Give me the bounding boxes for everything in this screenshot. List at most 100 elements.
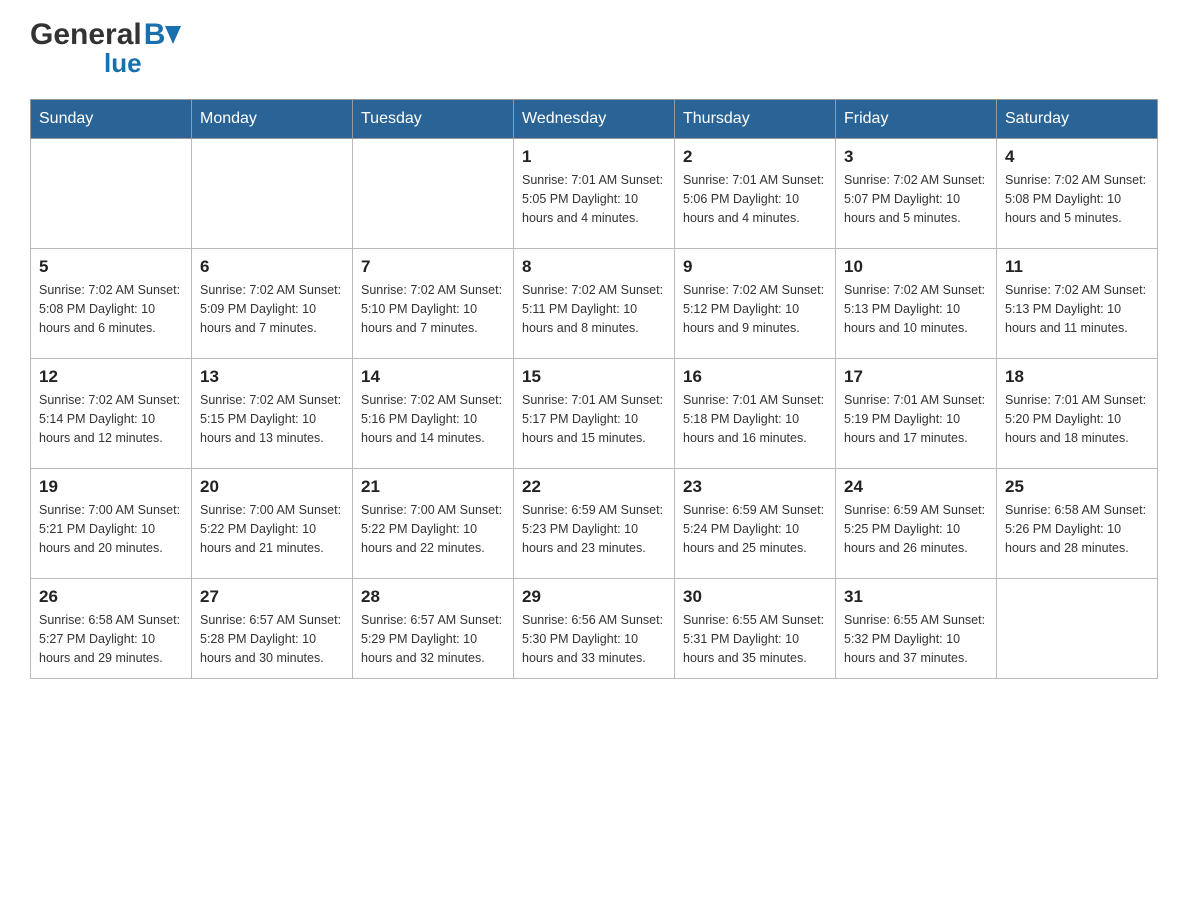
table-row: 4 Sunrise: 7:02 AM Sunset: 5:08 PM Daylig…	[997, 139, 1158, 249]
day-info: Sunrise: 7:01 AM Sunset: 5:19 PM Dayligh…	[844, 391, 988, 447]
day-info: Sunrise: 7:02 AM Sunset: 5:09 PM Dayligh…	[200, 281, 344, 337]
table-row: 18 Sunrise: 7:01 AM Sunset: 5:20 PM Dayli…	[997, 359, 1158, 469]
day-info: Sunrise: 6:57 AM Sunset: 5:29 PM Dayligh…	[361, 611, 505, 667]
logo: GeneralB lue	[30, 20, 181, 79]
table-row: 28 Sunrise: 6:57 AM Sunset: 5:29 PM Dayli…	[353, 579, 514, 679]
table-row: 15Sunrise: 7:01 AM Sunset: 5:17 PM Dayli…	[514, 359, 675, 469]
day-number: 1	[522, 147, 666, 167]
day-number: 12	[39, 367, 183, 387]
table-row: 23Sunrise: 6:59 AM Sunset: 5:24 PM Dayli…	[675, 469, 836, 579]
calendar-week-1: 1 Sunrise: 7:01 AM Sunset: 5:05 PM Daylig…	[31, 139, 1158, 249]
day-number: 29	[522, 587, 666, 607]
table-row: 5 Sunrise: 7:02 AM Sunset: 5:08 PM Daylig…	[31, 249, 192, 359]
header-thursday: Thursday	[675, 100, 836, 139]
table-row: 3 Sunrise: 7:02 AM Sunset: 5:07 PM Daylig…	[836, 139, 997, 249]
day-number: 18	[1005, 367, 1149, 387]
logo-blue-line: lue	[104, 48, 142, 79]
day-number: 30	[683, 587, 827, 607]
day-number: 31	[844, 587, 988, 607]
day-info: Sunrise: 7:02 AM Sunset: 5:14 PM Dayligh…	[39, 391, 183, 447]
table-row: 12 Sunrise: 7:02 AM Sunset: 5:14 PM Dayli…	[31, 359, 192, 469]
day-info: Sunrise: 7:00 AM Sunset: 5:21 PM Dayligh…	[39, 501, 183, 557]
day-number: 8	[522, 257, 666, 277]
day-number: 3	[844, 147, 988, 167]
day-info: Sunrise: 6:55 AM Sunset: 5:32 PM Dayligh…	[844, 611, 988, 667]
table-row	[353, 139, 514, 249]
day-number: 4	[1005, 147, 1149, 167]
day-number: 24	[844, 477, 988, 497]
day-info: Sunrise: 7:02 AM Sunset: 5:08 PM Dayligh…	[39, 281, 183, 337]
day-number: 11	[1005, 257, 1149, 277]
day-info: Sunrise: 6:57 AM Sunset: 5:28 PM Dayligh…	[200, 611, 344, 667]
table-row: 25 Sunrise: 6:58 AM Sunset: 5:26 PM Dayli…	[997, 469, 1158, 579]
logo-line1: GeneralB	[30, 20, 181, 50]
day-number: 22	[522, 477, 666, 497]
day-info: Sunrise: 6:59 AM Sunset: 5:25 PM Dayligh…	[844, 501, 988, 557]
table-row	[31, 139, 192, 249]
day-number: 14	[361, 367, 505, 387]
table-row: 6 Sunrise: 7:02 AM Sunset: 5:09 PM Daylig…	[192, 249, 353, 359]
calendar-header-row: SundayMondayTuesdayWednesdayThursdayFrid…	[31, 100, 1158, 139]
header-wednesday: Wednesday	[514, 100, 675, 139]
table-row: 31 Sunrise: 6:55 AM Sunset: 5:32 PM Dayli…	[836, 579, 997, 679]
day-number: 13	[200, 367, 344, 387]
calendar-week-4: 19Sunrise: 7:00 AM Sunset: 5:21 PM Dayli…	[31, 469, 1158, 579]
day-number: 6	[200, 257, 344, 277]
day-number: 28	[361, 587, 505, 607]
table-row: 29 Sunrise: 6:56 AM Sunset: 5:30 PM Dayli…	[514, 579, 675, 679]
day-number: 2	[683, 147, 827, 167]
table-row: 2 Sunrise: 7:01 AM Sunset: 5:06 PM Daylig…	[675, 139, 836, 249]
day-number: 26	[39, 587, 183, 607]
day-info: Sunrise: 7:01 AM Sunset: 5:20 PM Dayligh…	[1005, 391, 1149, 447]
day-info: Sunrise: 7:02 AM Sunset: 5:16 PM Dayligh…	[361, 391, 505, 447]
logo-b-blue: B	[144, 20, 166, 50]
day-number: 25	[1005, 477, 1149, 497]
day-info: Sunrise: 7:01 AM Sunset: 5:18 PM Dayligh…	[683, 391, 827, 447]
table-row: 9 Sunrise: 7:02 AM Sunset: 5:12 PM Daylig…	[675, 249, 836, 359]
day-info: Sunrise: 6:59 AM Sunset: 5:23 PM Dayligh…	[522, 501, 666, 557]
table-row: 7Sunrise: 7:02 AM Sunset: 5:10 PM Daylig…	[353, 249, 514, 359]
table-row: 11Sunrise: 7:02 AM Sunset: 5:13 PM Dayli…	[997, 249, 1158, 359]
day-number: 21	[361, 477, 505, 497]
day-info: Sunrise: 7:02 AM Sunset: 5:11 PM Dayligh…	[522, 281, 666, 337]
table-row: 14 Sunrise: 7:02 AM Sunset: 5:16 PM Dayli…	[353, 359, 514, 469]
day-info: Sunrise: 7:01 AM Sunset: 5:06 PM Dayligh…	[683, 171, 827, 227]
day-info: Sunrise: 7:02 AM Sunset: 5:12 PM Dayligh…	[683, 281, 827, 337]
calendar-week-5: 26Sunrise: 6:58 AM Sunset: 5:27 PM Dayli…	[31, 579, 1158, 679]
day-info: Sunrise: 7:00 AM Sunset: 5:22 PM Dayligh…	[361, 501, 505, 557]
day-number: 17	[844, 367, 988, 387]
table-row	[192, 139, 353, 249]
header-sunday: Sunday	[31, 100, 192, 139]
page-header: GeneralB lue	[30, 20, 1158, 79]
day-info: Sunrise: 7:02 AM Sunset: 5:13 PM Dayligh…	[844, 281, 988, 337]
table-row: 24 Sunrise: 6:59 AM Sunset: 5:25 PM Dayli…	[836, 469, 997, 579]
logo-general-text: General	[30, 20, 142, 50]
table-row: 30Sunrise: 6:55 AM Sunset: 5:31 PM Dayli…	[675, 579, 836, 679]
table-row: 17 Sunrise: 7:01 AM Sunset: 5:19 PM Dayli…	[836, 359, 997, 469]
table-row: 16Sunrise: 7:01 AM Sunset: 5:18 PM Dayli…	[675, 359, 836, 469]
logo-arrow-icon	[165, 26, 181, 44]
day-number: 7	[361, 257, 505, 277]
table-row: 8 Sunrise: 7:02 AM Sunset: 5:11 PM Daylig…	[514, 249, 675, 359]
header-friday: Friday	[836, 100, 997, 139]
day-number: 9	[683, 257, 827, 277]
table-row: 27 Sunrise: 6:57 AM Sunset: 5:28 PM Dayli…	[192, 579, 353, 679]
calendar-week-3: 12 Sunrise: 7:02 AM Sunset: 5:14 PM Dayli…	[31, 359, 1158, 469]
calendar-table: SundayMondayTuesdayWednesdayThursdayFrid…	[30, 99, 1158, 679]
table-row: 20Sunrise: 7:00 AM Sunset: 5:22 PM Dayli…	[192, 469, 353, 579]
day-number: 27	[200, 587, 344, 607]
day-number: 10	[844, 257, 988, 277]
table-row: 1 Sunrise: 7:01 AM Sunset: 5:05 PM Daylig…	[514, 139, 675, 249]
day-info: Sunrise: 7:01 AM Sunset: 5:17 PM Dayligh…	[522, 391, 666, 447]
table-row: 10 Sunrise: 7:02 AM Sunset: 5:13 PM Dayli…	[836, 249, 997, 359]
day-info: Sunrise: 6:56 AM Sunset: 5:30 PM Dayligh…	[522, 611, 666, 667]
day-info: Sunrise: 7:02 AM Sunset: 5:15 PM Dayligh…	[200, 391, 344, 447]
day-info: Sunrise: 7:02 AM Sunset: 5:07 PM Dayligh…	[844, 171, 988, 227]
day-info: Sunrise: 7:01 AM Sunset: 5:05 PM Dayligh…	[522, 171, 666, 227]
day-info: Sunrise: 6:58 AM Sunset: 5:26 PM Dayligh…	[1005, 501, 1149, 557]
table-row: 21 Sunrise: 7:00 AM Sunset: 5:22 PM Dayli…	[353, 469, 514, 579]
day-number: 23	[683, 477, 827, 497]
day-number: 5	[39, 257, 183, 277]
day-info: Sunrise: 7:02 AM Sunset: 5:08 PM Dayligh…	[1005, 171, 1149, 227]
day-info: Sunrise: 7:00 AM Sunset: 5:22 PM Dayligh…	[200, 501, 344, 557]
